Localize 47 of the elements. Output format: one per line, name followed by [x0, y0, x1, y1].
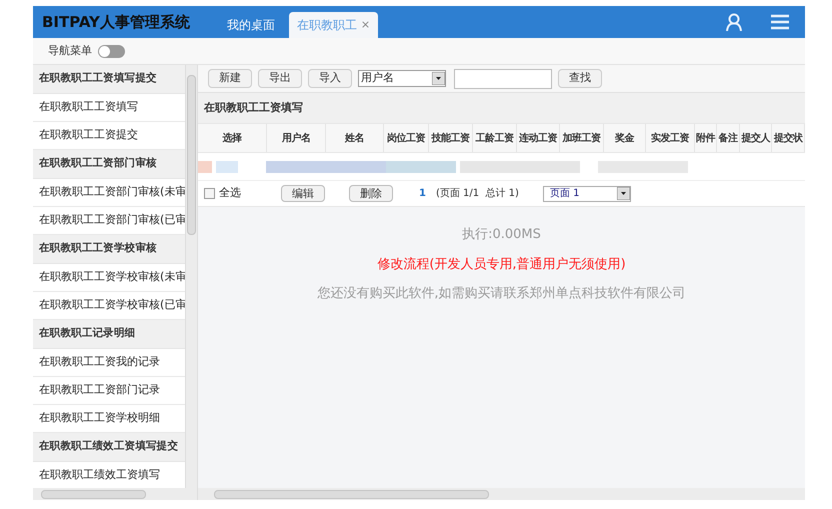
menu-group[interactable]: 在职教职工绩效工资填写提交 — [33, 433, 185, 462]
column-header: 加班工资 — [560, 124, 604, 152]
column-header: 用户名 — [267, 124, 326, 152]
menu-group[interactable]: 在职教职工记录明细 — [33, 320, 185, 349]
menu-icon[interactable] — [771, 14, 789, 30]
edit-flow-link[interactable]: 修改流程(开发人员专用,普通用户无须使用) — [377, 254, 626, 274]
app-title: BITPAY人事管理系统 — [41, 12, 191, 33]
search-field[interactable] — [454, 68, 552, 88]
table-button[interactable]: 删除 — [349, 185, 393, 202]
column-header: 选择 — [198, 124, 267, 152]
column-header: 姓名 — [326, 124, 384, 152]
column-header: 连动工资 — [517, 124, 560, 152]
page-info: (页面 1/1 总计 1) — [436, 186, 519, 201]
toolbar-button[interactable]: 新建 — [208, 69, 252, 88]
menu-group[interactable]: 在职教职工工资填写提交 — [33, 65, 185, 94]
column-header: 提交人 — [740, 124, 772, 152]
field-select[interactable]: 用户名 — [358, 70, 446, 87]
menu-group[interactable]: 在职教职工工资部门审核 — [33, 150, 185, 179]
column-header: 备注 — [717, 124, 740, 152]
execution-time: 执行:0.00MS — [462, 226, 541, 244]
page-link[interactable]: 1 — [419, 186, 426, 201]
column-header: 工龄工资 — [473, 124, 517, 152]
dropdown-icon — [432, 72, 445, 85]
toolbar-button[interactable]: 导出 — [258, 69, 302, 88]
column-header: 奖金 — [604, 124, 646, 152]
tab[interactable]: 我的桌面 — [218, 12, 283, 38]
nav-label: 导航菜单 — [48, 42, 92, 59]
dropdown-icon — [616, 187, 630, 200]
page-select[interactable]: 页面 1 — [542, 186, 631, 202]
column-header: 提交状 — [772, 124, 805, 152]
scrollbar[interactable] — [185, 65, 197, 488]
purchase-notice: 您还没有购买此软件,如需购买请联系郑州单点科技软件有限公司 — [317, 285, 686, 303]
checkbox[interactable] — [204, 188, 215, 199]
column-header: 实发工资 — [646, 124, 695, 152]
select-all-label: 全选 — [219, 185, 241, 202]
toggle-switch[interactable] — [98, 44, 125, 58]
menu-group[interactable]: 在职教职工工资学校审核 — [33, 235, 185, 264]
horizontal-scrollbar[interactable] — [198, 488, 805, 500]
toolbar-button[interactable]: 导入 — [308, 69, 352, 88]
section-title: 在职教职工工资填写 — [204, 100, 303, 116]
horizontal-scrollbar[interactable] — [33, 488, 197, 500]
column-header: 附件 — [695, 124, 717, 152]
user-icon[interactable] — [725, 13, 743, 31]
search-button[interactable]: 查找 — [558, 69, 602, 88]
column-header: 技能工资 — [429, 124, 473, 152]
table-button[interactable]: 编辑 — [281, 185, 325, 202]
column-header: 岗位工资 — [384, 124, 429, 152]
